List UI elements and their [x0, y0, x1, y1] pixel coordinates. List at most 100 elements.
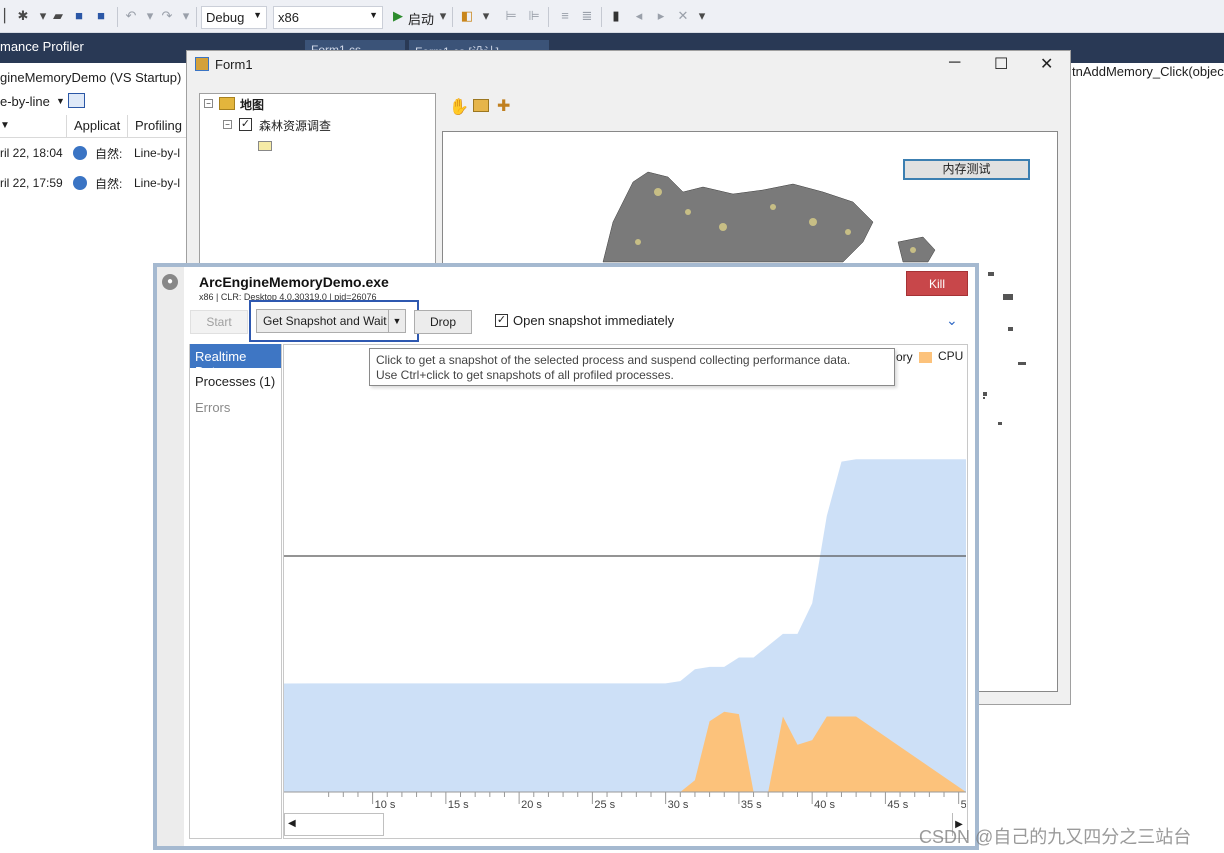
- collapse-icon[interactable]: −: [223, 120, 232, 129]
- collapse-icon[interactable]: −: [204, 99, 213, 108]
- chevron-down-icon[interactable]: ▾: [36, 9, 50, 23]
- session-app[interactable]: 自然:: [95, 145, 122, 162]
- open-snapshot-label[interactable]: Open snapshot immediately: [513, 313, 674, 328]
- maximize-icon[interactable]: ☐: [994, 54, 1008, 74]
- memory-test-button[interactable]: 内存测试: [903, 159, 1030, 180]
- chart-scrollbar[interactable]: [284, 813, 966, 837]
- platform-value: x86: [278, 10, 299, 25]
- clear-bookmarks-icon[interactable]: ✕: [676, 9, 690, 23]
- column-profiling[interactable]: Profiling: [135, 118, 182, 133]
- code-editor-line[interactable]: tnAddMemory_Click(objec: [1072, 64, 1224, 79]
- realtime-chart: 10 s 15 s 20 s 25 s 30 s 35 s 40 s 45 s 50 s: [284, 459, 966, 811]
- open-folder-icon[interactable]: [473, 99, 489, 112]
- toolbar-separator: [452, 7, 453, 27]
- pan-hand-icon[interactable]: ✋: [449, 97, 469, 117]
- legend-cpu-swatch: [919, 352, 932, 363]
- scrollbar-thumb[interactable]: [284, 813, 384, 836]
- minimize-icon[interactable]: ─: [949, 54, 960, 72]
- session-profiling[interactable]: Line-by-l: [134, 176, 180, 190]
- kill-button[interactable]: Kill: [906, 271, 968, 296]
- bookmark-icon[interactable]: ▮: [609, 9, 623, 23]
- chevron-down-icon[interactable]: ▾: [479, 9, 493, 23]
- toolbar-separator: [117, 7, 118, 27]
- scroll-left-icon[interactable]: ◀: [288, 818, 296, 829]
- toolbar-separator: [601, 7, 602, 27]
- tooltip-line-2: Use Ctrl+click to get snapshots of all p…: [376, 368, 674, 382]
- globe-icon: [73, 176, 87, 190]
- session-profiling[interactable]: Line-by-l: [134, 146, 180, 160]
- form-icon: [195, 57, 209, 71]
- uncomment-icon[interactable]: ≣: [580, 9, 594, 23]
- snapshot-tooltip: Click to get a snapshot of the selected …: [369, 348, 895, 386]
- open-folder-icon[interactable]: ▰: [51, 9, 65, 23]
- watermark: CSDN @自己的九又四分之三站台: [919, 827, 1192, 847]
- save-all-icon[interactable]: ■: [94, 9, 108, 23]
- profiler-window-icon[interactable]: [68, 93, 85, 108]
- x-tick-label: 10 s: [375, 799, 396, 811]
- start-debug-label[interactable]: 启动: [408, 9, 434, 28]
- nav-processes[interactable]: Processes (1): [190, 369, 281, 393]
- chevron-down-icon[interactable]: ▾: [179, 9, 193, 23]
- legend-cpu-label: CPU: [938, 349, 964, 363]
- chevron-down-icon[interactable]: ▾: [695, 9, 709, 23]
- platform-combo[interactable]: x86 ▼: [273, 6, 383, 29]
- pin-icon[interactable]: ●: [162, 274, 178, 290]
- toc-layer-label[interactable]: 森林资源调查: [259, 117, 331, 134]
- comment-icon[interactable]: ≡: [558, 9, 572, 23]
- profiler-pane-title: mance Profiler: [0, 39, 84, 54]
- column-separator: [127, 115, 128, 137]
- nav-errors[interactable]: Errors: [190, 395, 281, 419]
- x-tick-label: 30 s: [668, 799, 689, 811]
- nav-realtime-data[interactable]: Realtime Data: [190, 344, 281, 379]
- layer-visibility-checkbox[interactable]: ✓: [239, 118, 252, 131]
- save-icon[interactable]: ■: [72, 9, 86, 23]
- chevron-down-icon[interactable]: ⌄: [946, 312, 958, 329]
- session-date[interactable]: ril 22, 18:04: [0, 146, 63, 160]
- new-project-icon[interactable]: ✱: [16, 9, 30, 23]
- popup-left-strip: [157, 267, 184, 846]
- globe-icon: [73, 146, 87, 160]
- toolbar-separator: [548, 7, 549, 27]
- chevron-down-icon: ▼: [253, 10, 262, 20]
- outdent-icon[interactable]: ⊫: [527, 9, 541, 23]
- map-layers-icon: [219, 97, 235, 110]
- prev-bookmark-icon[interactable]: ◂: [632, 9, 646, 23]
- add-data-icon[interactable]: ✚: [497, 96, 510, 116]
- play-icon[interactable]: ▶: [391, 9, 405, 23]
- close-icon[interactable]: ✕: [1040, 54, 1053, 74]
- tooltip-line-1: Click to get a snapshot of the selected …: [376, 353, 851, 367]
- undo-icon[interactable]: ↶: [124, 9, 138, 23]
- x-tick-label: 15 s: [448, 799, 469, 811]
- start-button[interactable]: Start: [190, 310, 248, 334]
- toolbar-separator: [196, 7, 197, 27]
- window-title: Form1: [215, 57, 253, 72]
- sort-arrow-icon[interactable]: ▼: [0, 120, 10, 131]
- chevron-down-icon[interactable]: ▾: [436, 9, 450, 23]
- profiler-project-label: gineMemoryDemo (VS Startup): [0, 70, 182, 85]
- solution-config-value: Debug: [206, 10, 245, 25]
- drop-button[interactable]: Drop: [414, 310, 472, 334]
- next-bookmark-icon[interactable]: ▸: [654, 9, 668, 23]
- chevron-down-icon[interactable]: ▼: [56, 96, 65, 106]
- process-name: ArcEngineMemoryDemo.exe: [199, 274, 389, 290]
- indent-icon[interactable]: ⊨: [504, 9, 518, 23]
- find-in-files-icon[interactable]: ◧: [460, 9, 474, 23]
- session-date[interactable]: ril 22, 17:59: [0, 176, 63, 190]
- open-snapshot-checkbox[interactable]: ✓: [495, 314, 508, 327]
- x-tick-label: 20 s: [521, 799, 542, 811]
- column-separator: [66, 115, 67, 137]
- session-app[interactable]: 自然:: [95, 175, 122, 192]
- profiling-mode-dropdown[interactable]: e-by-line: [0, 94, 50, 109]
- toc-root-label[interactable]: 地图: [240, 96, 264, 113]
- chevron-down-icon: ▼: [369, 10, 378, 20]
- x-tick-label: 45 s: [887, 799, 908, 811]
- layer-symbol-swatch: [258, 141, 272, 151]
- chevron-down-icon[interactable]: ▾: [143, 9, 157, 23]
- solution-config-combo[interactable]: Debug ▼: [201, 6, 267, 29]
- x-tick-label: 25 s: [594, 799, 615, 811]
- x-tick-label: 35 s: [741, 799, 762, 811]
- column-application[interactable]: Applicat: [74, 118, 120, 133]
- redo-icon[interactable]: ↷: [160, 9, 174, 23]
- x-tick-label: 40 s: [814, 799, 835, 811]
- toolbar-separator-icon: ▏: [4, 8, 14, 23]
